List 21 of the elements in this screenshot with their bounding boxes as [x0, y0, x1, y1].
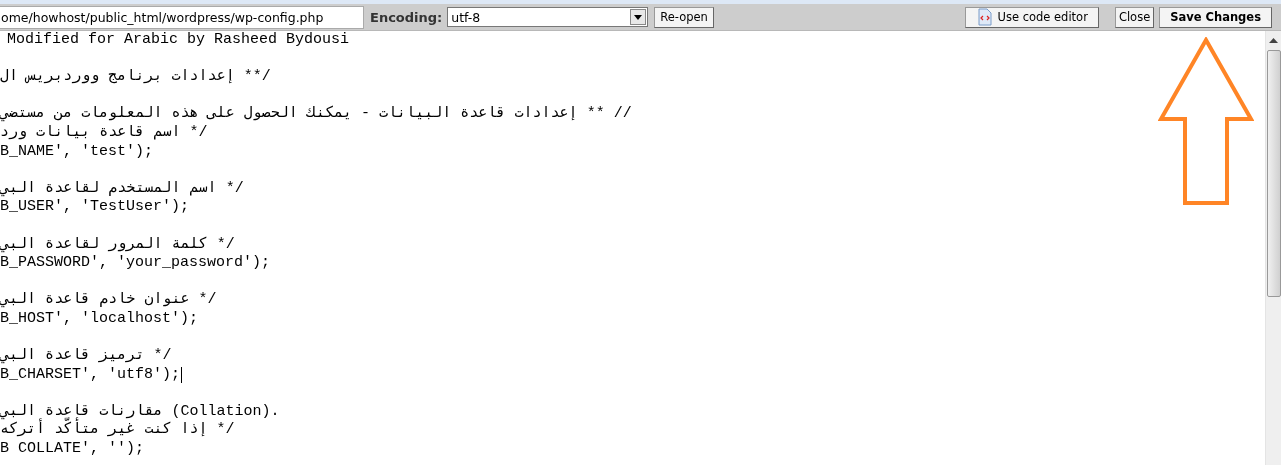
reopen-button[interactable]: Re-open [654, 6, 714, 28]
code-line: اسم قاعدة بيانات ورد */ [0, 123, 208, 143]
scroll-up-icon[interactable] [1269, 38, 1278, 43]
text-cursor [181, 367, 183, 383]
code-file-icon [977, 8, 992, 26]
code-line: B_HOST', 'localhost'); [0, 309, 199, 329]
encoding-dropdown[interactable]: utf-8 [447, 7, 649, 27]
vertical-scrollbar[interactable] [1265, 31, 1281, 465]
code-line: B COLLATE', ''); [0, 440, 145, 459]
scrollbar-thumb[interactable] [1267, 50, 1281, 297]
save-changes-button[interactable]: Save Changes [1159, 6, 1272, 28]
code-editor-button[interactable]: Use code editor [964, 6, 1099, 28]
code-line: Modified for Arabic by Rasheed Bydousi [7, 31, 350, 50]
file-path-field[interactable]: ome/howhost/public_html/wordpress/wp-config.php [0, 5, 364, 29]
encoding-label: Encoding: [370, 9, 443, 25]
code-line: B_CHARSET', 'utf8'); [0, 365, 181, 385]
code-line: B_USER', 'TestUser'); [0, 198, 190, 217]
code-line: B_PASSWORD', 'your_password'); [0, 254, 271, 273]
close-button[interactable]: Close [1114, 6, 1155, 28]
code-line: B_NAME', 'test'); [0, 142, 154, 162]
code-line: إعدادات برنامج ووردبريس ال **/ [0, 68, 271, 87]
